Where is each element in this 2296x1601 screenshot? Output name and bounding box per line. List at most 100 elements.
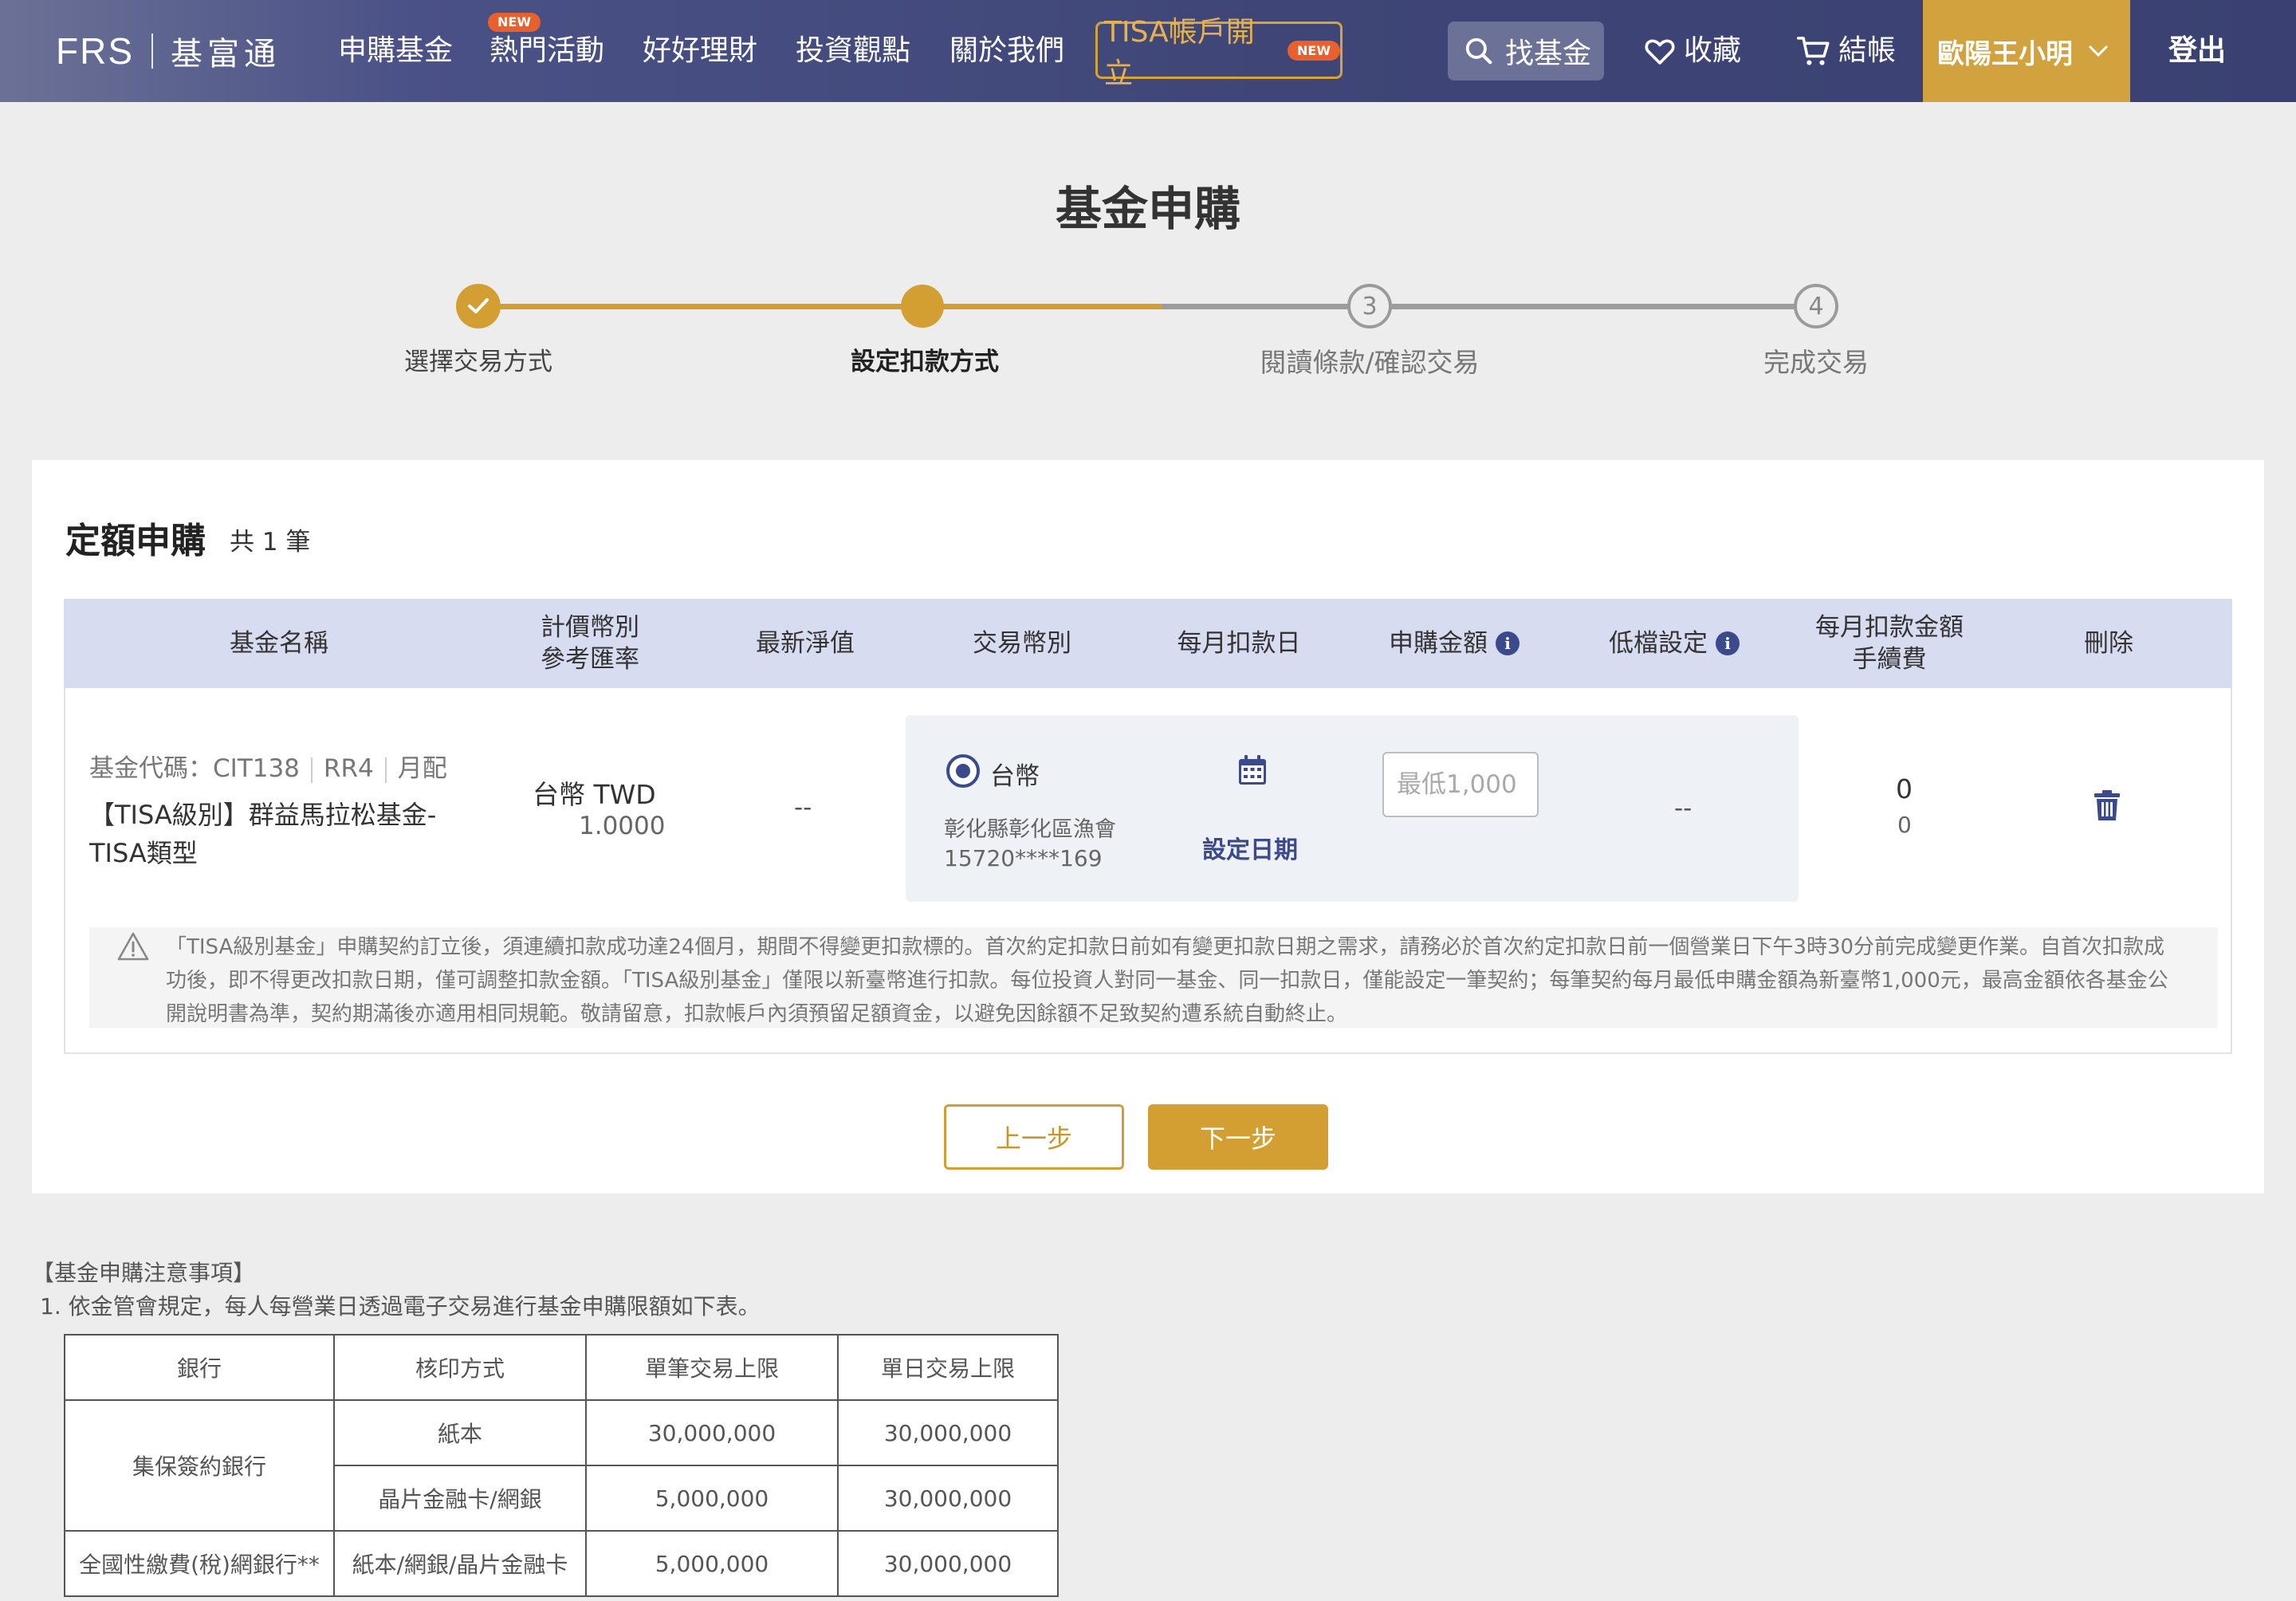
twd-radio[interactable] — [946, 754, 980, 788]
user-menu[interactable]: 歐陽王小明 — [1923, 0, 2130, 102]
limits-single: 30,000,000 — [585, 1399, 839, 1466]
limits-single: 5,000,000 — [585, 1465, 839, 1532]
fund-dividend: 月配 — [397, 754, 447, 783]
th-currency-line2: 參考匯率 — [541, 645, 639, 674]
user-name: 歐陽王小明 — [1937, 37, 2073, 70]
cart-icon — [1797, 35, 1830, 67]
limits-single: 5,000,000 — [585, 1530, 839, 1597]
site-logo[interactable]: FRS 基富通 — [56, 30, 281, 73]
bank-name: 彰化縣彰化區漁會 — [944, 817, 1116, 842]
th-low-setting: 低檔設定 i — [1578, 599, 1770, 688]
th-amount-label: 申購金額 — [1389, 629, 1488, 658]
hot-events-new-badge: NEW — [488, 13, 541, 32]
next-step-button[interactable]: 下一步 — [1148, 1104, 1328, 1170]
meta-divider — [310, 757, 313, 783]
amount-info-icon[interactable]: i — [1496, 631, 1520, 655]
tisa-account-button[interactable]: TISA帳戶開立 NEW — [1095, 16, 1343, 90]
step-4-number: 4 — [1808, 292, 1824, 321]
limits-th-daily: 單日交易上限 — [837, 1334, 1059, 1401]
find-fund-button[interactable]: 找基金 — [1448, 22, 1604, 81]
step-line-pending — [1162, 304, 1816, 309]
page-title: 基金申購 — [1055, 182, 1240, 236]
nav-insights[interactable]: 投資觀點 — [796, 30, 910, 72]
th-monthly-line2: 手續費 — [1852, 645, 1927, 674]
twd-radio-label: 台幣 — [990, 762, 1040, 791]
prev-step-button[interactable]: 上一步 — [944, 1104, 1124, 1170]
meta-divider — [384, 757, 387, 783]
logout-button[interactable]: 登出 — [2168, 30, 2226, 72]
logo-mark: FRS — [56, 30, 134, 72]
chevron-down-icon — [2087, 44, 2109, 58]
step-2-label: 設定扣款方式 — [851, 348, 999, 376]
th-low-setting-label: 低檔設定 — [1609, 629, 1708, 658]
limits-method: 紙本 — [333, 1399, 587, 1466]
step-3-circle: 3 — [1347, 284, 1392, 328]
limits-table: 銀行 核印方式 單筆交易上限 單日交易上限 集保簽約銀行 紙本 30,000,0… — [64, 1334, 1059, 1597]
step-4-circle: 4 — [1794, 284, 1838, 328]
limits-th-bank: 銀行 — [64, 1334, 335, 1401]
payment-settings-panel — [906, 715, 1799, 902]
limits-daily: 30,000,000 — [837, 1399, 1059, 1466]
th-currency: 計價幣別 參考匯率 — [494, 599, 686, 688]
th-amount: 申購金額 i — [1358, 599, 1550, 688]
search-icon — [1464, 36, 1494, 66]
notes-line-1: 1. 依金管會規定，每人每營業日透過電子交易進行基金申購限額如下表。 — [40, 1293, 761, 1320]
checkout-link[interactable]: 結帳 — [1797, 30, 1896, 72]
logo-divider — [151, 33, 153, 69]
th-trade-currency: 交易幣別 — [973, 629, 1071, 658]
find-fund-label: 找基金 — [1505, 37, 1592, 70]
step-1-check-icon — [456, 284, 501, 328]
step-1-label: 選擇交易方式 — [404, 348, 552, 376]
set-date-button[interactable]: 設定日期 — [1202, 830, 1298, 865]
th-monthly-line1: 每月扣款金額 — [1815, 613, 1964, 642]
step-line-partial — [923, 304, 1162, 309]
th-fund-name: 基金名稱 — [230, 629, 328, 658]
fund-name-link[interactable]: 【TISA級別】群益馬拉松基金-TISA類型 — [89, 796, 464, 872]
fund-code: 基金代碼：CIT138 — [89, 754, 300, 783]
section-title: 定額申購 — [65, 521, 206, 561]
latest-nav: -- — [794, 793, 812, 822]
low-setting-info-icon[interactable]: i — [1716, 631, 1740, 655]
section-count: 共 1 筆 — [230, 528, 311, 557]
nav-about[interactable]: 關於我們 — [949, 30, 1064, 72]
nav-buy-funds[interactable]: 申購基金 — [338, 30, 453, 72]
table-row: 全國性繳費(稅)網銀行** 紙本/網銀/晶片金融卡 5,000,000 30,0… — [64, 1530, 1059, 1597]
notice-text: 「TISA級別基金」申購契約訂立後，須連續扣款成功達24個月，期間不得變更扣款標… — [166, 935, 2168, 1026]
step-2-dot — [901, 285, 944, 328]
nav-wealth[interactable]: 好好理財 — [643, 30, 757, 72]
monthly-amount: 0 — [1896, 773, 1913, 804]
favorites-label: 收藏 — [1684, 34, 1742, 67]
amount-input[interactable] — [1382, 752, 1539, 817]
limits-daily: 30,000,000 — [837, 1530, 1059, 1597]
th-currency-line1: 計價幣別 — [541, 613, 639, 642]
step-4-label: 完成交易 — [1763, 347, 1869, 378]
top-nav-bar: FRS 基富通 申購基金 熱門活動 NEW 好好理財 投資觀點 關於我們 TIS… — [0, 0, 2296, 102]
limits-th-single: 單筆交易上限 — [585, 1334, 839, 1401]
price-currency: 台幣 TWD — [533, 779, 656, 810]
th-delete: 刪除 — [2084, 629, 2133, 658]
favorites-link[interactable]: 收藏 — [1644, 30, 1741, 72]
limits-th-method: 核印方式 — [333, 1334, 587, 1401]
table-row: 集保簽約銀行 紙本 30,000,000 30,000,000 — [64, 1399, 1059, 1532]
low-setting-value: -- — [1674, 794, 1693, 823]
limits-bank: 全國性繳費(稅)網銀行** — [64, 1530, 335, 1597]
limits-daily: 30,000,000 — [837, 1465, 1059, 1532]
warning-icon — [116, 931, 150, 962]
nav-hot-events[interactable]: 熱門活動 — [489, 30, 604, 72]
calendar-icon[interactable] — [1237, 754, 1268, 786]
checkout-label: 結帳 — [1838, 34, 1897, 67]
limits-method: 紙本/網銀/晶片金融卡 — [333, 1530, 587, 1597]
step-3-label: 閱讀條款/確認交易 — [1260, 347, 1480, 378]
fund-risk: RR4 — [323, 754, 374, 783]
heart-icon — [1644, 36, 1676, 66]
th-nav: 最新淨值 — [756, 629, 855, 658]
th-debit-day: 每月扣款日 — [1177, 629, 1301, 658]
th-monthly: 每月扣款金額 手續費 — [1794, 599, 1985, 688]
tisa-account-label: TISA帳戶開立 — [1104, 16, 1255, 90]
logo-text: 基富通 — [171, 36, 281, 73]
fee-amount: 0 — [1897, 812, 1912, 838]
bank-account: 15720****169 — [944, 845, 1103, 871]
limits-bank-group: 集保簽約銀行 — [64, 1399, 335, 1532]
trash-icon[interactable] — [2094, 789, 2121, 821]
tisa-new-badge: NEW — [1288, 40, 1340, 61]
